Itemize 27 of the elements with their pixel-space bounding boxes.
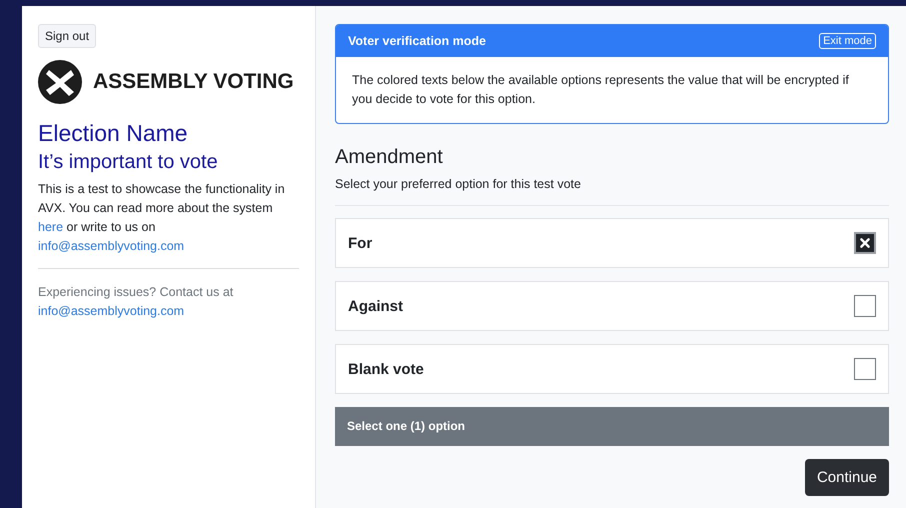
continue-button[interactable]: Continue bbox=[804, 459, 889, 496]
verification-message: The colored texts below the available options represents the value that will be encrypted if you decide to vote for this option. bbox=[351, 72, 850, 108]
subtitle: It’s important to vote bbox=[38, 151, 219, 174]
support-paragraph: Experiencing issues? Contact us at info@assemblyvoting.com bbox=[38, 284, 234, 320]
logo-icon bbox=[38, 60, 82, 104]
option-row[interactable]: Against bbox=[335, 281, 889, 331]
email-link[interactable]: info@assemblyvoting.com bbox=[38, 239, 184, 253]
exit-mode-button[interactable]: Exit mode bbox=[819, 33, 876, 49]
here-link[interactable]: here bbox=[38, 220, 64, 234]
selection-status-bar: Select one (1) option bbox=[335, 407, 889, 446]
election-name: Election Name bbox=[38, 120, 189, 147]
checkbox[interactable] bbox=[854, 358, 876, 380]
x-mark-icon bbox=[859, 237, 871, 249]
sign-out-button[interactable]: Sign out bbox=[38, 24, 96, 48]
checkbox[interactable] bbox=[854, 295, 876, 317]
contest-description: Select your preferred option for this test vote bbox=[335, 177, 582, 191]
option-label: Against bbox=[348, 298, 404, 314]
contest-title: Amendment bbox=[335, 146, 444, 169]
verification-title: Voter verification mode bbox=[348, 34, 486, 48]
checkbox[interactable] bbox=[854, 232, 876, 254]
option-label: For bbox=[348, 234, 372, 252]
option-label: Blank vote bbox=[348, 360, 424, 378]
intro-paragraph: This is a test to showcase the functionality in AVX. You can read more about the system here or write to us on info@assemblyvoting.com bbox=[38, 181, 286, 255]
option-row[interactable]: For bbox=[335, 218, 889, 268]
option-row[interactable]: Blank vote bbox=[335, 344, 889, 394]
email-link[interactable]: info@assemblyvoting.com bbox=[38, 304, 184, 318]
logo-text: ASSEMBLY VOTING bbox=[93, 70, 294, 94]
